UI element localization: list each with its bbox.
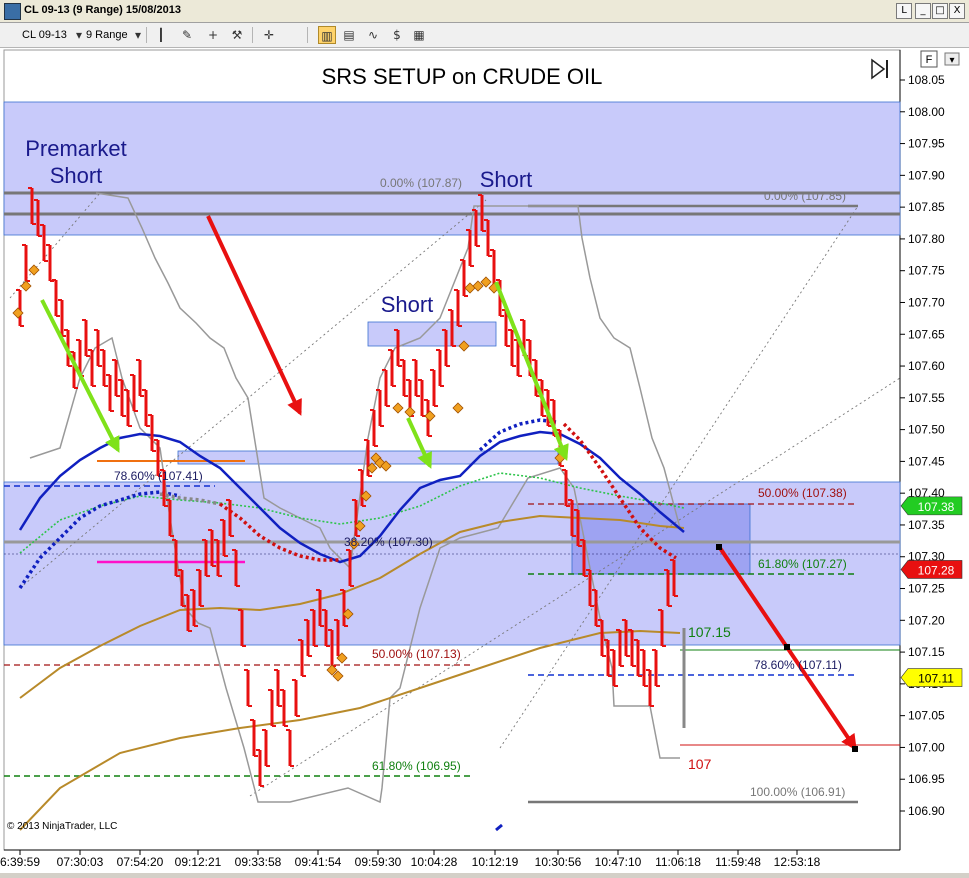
- y-tick-label: 107.15: [908, 645, 945, 659]
- y-tick-label: 107.65: [908, 327, 945, 341]
- arrow-node: [716, 544, 722, 550]
- annotation-premarket: Premarket: [25, 136, 126, 161]
- x-tick-label: 07:54:20: [117, 855, 164, 869]
- fib-label: 38.20% (107.30): [344, 535, 433, 549]
- y-tick-label: 107.35: [908, 518, 945, 532]
- period-selector[interactable]: 9 Range: [86, 27, 128, 43]
- fib-label: 50.00% (107.13): [372, 647, 461, 661]
- x-tick-label: 10:12:19: [472, 855, 519, 869]
- dollar-icon[interactable]: $: [388, 26, 406, 44]
- y-tick-label: 107.05: [908, 709, 945, 723]
- price-label: 107.15: [688, 624, 731, 640]
- chevron-down-icon: ▾: [949, 55, 954, 66]
- y-tick-label: 107.70: [908, 295, 945, 309]
- price-marker-label: 107.28: [918, 563, 955, 577]
- pencil-icon[interactable]: ✎: [178, 26, 196, 44]
- fib-label: 78.60% (107.11): [754, 658, 842, 672]
- x-tick-label: 09:41:54: [295, 855, 342, 869]
- minimize-button[interactable]: _: [915, 3, 931, 19]
- chart-window: CL 09-13 (9 Range) 15/08/2013 L _ □ X CL…: [0, 0, 969, 873]
- fib-label: 0.00% (107.85): [764, 189, 846, 203]
- y-tick-label: 107.25: [908, 582, 945, 596]
- x-tick-label: 09:33:58: [235, 855, 282, 869]
- toolbar-separator: [146, 27, 147, 43]
- fib-label: 61.80% (107.27): [758, 557, 847, 571]
- y-tick-label: 107.20: [908, 613, 945, 627]
- fib-label: 50.00% (107.38): [758, 486, 847, 500]
- toolbar-separator: [252, 27, 253, 43]
- arrow-node: [784, 644, 790, 650]
- maximize-button[interactable]: □: [932, 3, 948, 19]
- x-tick-label: 09:59:30: [355, 855, 402, 869]
- price-marker-label: 107.11: [918, 672, 954, 686]
- y-tick-label: 108.05: [908, 73, 945, 87]
- x-tick-label: 07:30:03: [57, 855, 104, 869]
- wand-icon[interactable]: ⚒: [228, 26, 246, 44]
- target-zone-box: [571, 503, 751, 575]
- y-tick-label: 107.85: [908, 200, 945, 214]
- y-tick-label: 107.95: [908, 137, 945, 151]
- y-tick-label: 107.60: [908, 359, 945, 373]
- line-chart-icon[interactable]: ∿: [364, 26, 382, 44]
- y-tick-label: 106.95: [908, 772, 945, 786]
- bar-chart-icon[interactable]: ▥: [318, 26, 336, 44]
- y-tick-label: 106.90: [908, 804, 945, 818]
- candlestick-icon[interactable]: ▤: [340, 26, 358, 44]
- x-tick-label: 10:04:28: [411, 855, 458, 869]
- chevron-down-icon[interactable]: ▾: [129, 26, 147, 44]
- y-tick-label: 107.50: [908, 423, 945, 437]
- y-tick-label: 108.00: [908, 105, 945, 119]
- link-button[interactable]: L: [896, 3, 912, 19]
- price-chart[interactable]: SRS SETUP on CRUDE OIL Premarket Short S…: [0, 48, 969, 873]
- crosshair-icon[interactable]: ✛: [260, 26, 278, 44]
- annotation-short: Short: [381, 292, 434, 317]
- chart-toolbar: CL 09-13 ▾ 9 Range ▾ ┃ ✎ + ⚒ ✛ ▥ ▤ ∿ $ ▦: [0, 23, 969, 48]
- fib-label: 78.60% (107.41): [114, 469, 203, 483]
- y-tick-label: 107.00: [908, 740, 945, 754]
- bar-style-icon[interactable]: ┃: [152, 26, 170, 44]
- price-label: 107: [688, 756, 712, 772]
- y-tick-label: 107.80: [908, 232, 945, 246]
- y-tick-label: 107.90: [908, 168, 945, 182]
- x-tick-label: 10:30:56: [535, 855, 582, 869]
- x-tick-label: 10:47:10: [595, 855, 642, 869]
- chart-area[interactable]: SRS SETUP on CRUDE OIL Premarket Short S…: [0, 48, 969, 873]
- x-tick-label: 09:12:21: [175, 855, 222, 869]
- properties-icon[interactable]: ▦: [410, 26, 428, 44]
- y-tick-label: 107.75: [908, 264, 945, 278]
- fib-label: 0.00% (107.87): [380, 176, 462, 190]
- fib-label: 100.00% (106.91): [750, 785, 845, 799]
- toolbar-separator: [307, 27, 308, 43]
- flag-label: F: [926, 54, 933, 66]
- x-tick-label: 11:59:48: [715, 855, 761, 869]
- add-strategy-icon[interactable]: +: [204, 26, 222, 44]
- instrument-selector[interactable]: CL 09-13: [22, 27, 67, 43]
- annotation-short: Short: [50, 163, 103, 188]
- window-title: CL 09-13 (9 Range) 15/08/2013: [24, 4, 181, 16]
- chart-title: SRS SETUP on CRUDE OIL: [322, 64, 603, 89]
- fib-label: 61.80% (106.95): [372, 759, 461, 773]
- x-tick-label: 11:06:18: [655, 855, 701, 869]
- y-tick-label: 107.45: [908, 454, 945, 468]
- arrow-node: [852, 746, 858, 752]
- x-tick-label: 6:39:59: [0, 855, 40, 869]
- y-tick-label: 107.55: [908, 391, 945, 405]
- close-button[interactable]: X: [949, 3, 965, 19]
- annotation-short: Short: [480, 167, 533, 192]
- time-axis-ticks: 6:39:59 07:30:03 07:54:20 09:12:21 09:33:58 0…: [0, 850, 821, 869]
- price-marker-label: 107.38: [918, 500, 955, 514]
- copyright-watermark: © 2013 NinjaTrader, LLC: [7, 821, 117, 832]
- title-bar: CL 09-13 (9 Range) 15/08/2013 L _ □ X: [0, 0, 969, 23]
- chart-app-icon: [4, 3, 21, 20]
- x-tick-label: 12:53:18: [774, 855, 821, 869]
